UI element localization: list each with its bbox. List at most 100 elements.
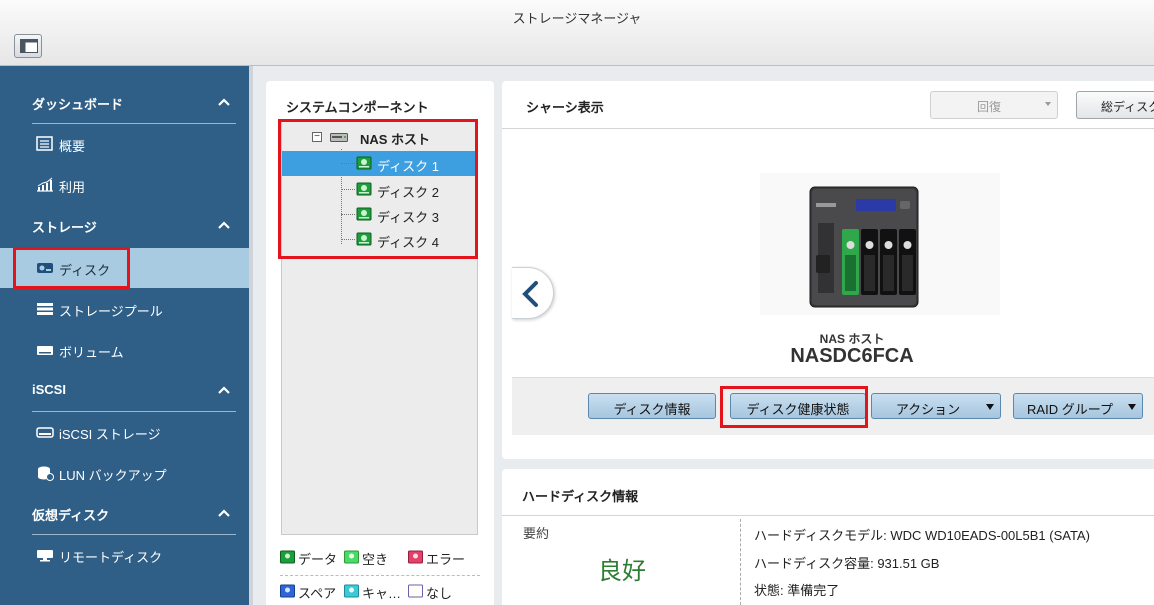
legend-row: スペア キャ… なし bbox=[280, 581, 480, 601]
recover-dropdown[interactable]: 回復 bbox=[930, 91, 1058, 119]
overview-icon bbox=[36, 136, 53, 151]
sidebar-item-volume[interactable]: ボリューム bbox=[0, 330, 249, 370]
action-dropdown-button[interactable]: アクション bbox=[871, 393, 1001, 419]
component-tree: − NAS ホスト ディスク 1 ディスク 2 ディスク 3 ディスク 4 bbox=[281, 120, 478, 535]
volume-icon bbox=[37, 346, 53, 355]
chassis-panel: シャーシ表示 回復 総ディスク bbox=[502, 81, 1154, 459]
sidebar-item-label: ディスク bbox=[59, 263, 111, 278]
sidebar-section-title: 仮想ディスク bbox=[32, 508, 110, 523]
window-title: ストレージマネージャ bbox=[512, 11, 642, 26]
legend-label: 空き bbox=[362, 552, 389, 567]
total-disk-button[interactable]: 総ディスク bbox=[1076, 91, 1154, 119]
sidebar-item-label: LUN バックアップ bbox=[59, 468, 167, 483]
chevron-up-icon[interactable] bbox=[216, 506, 232, 522]
legend-label: エラー bbox=[426, 552, 466, 567]
legend-spare-icon bbox=[280, 584, 295, 598]
sidebar-item-usage[interactable]: 利用 bbox=[0, 165, 249, 205]
sidebar-item-storage-pool[interactable]: ストレージプール bbox=[0, 289, 249, 329]
tree-node-disk-3[interactable]: ディスク 3 bbox=[282, 202, 477, 227]
disk-icon bbox=[37, 263, 53, 273]
collapse-icon[interactable]: − bbox=[312, 132, 322, 142]
legend-label: スペア bbox=[298, 586, 337, 601]
usage-chart-icon bbox=[37, 177, 53, 192]
button-label: アクション bbox=[895, 402, 961, 417]
dropdown-arrow-icon bbox=[986, 404, 994, 410]
lun-backup-icon bbox=[38, 466, 54, 481]
tree-node-disk-2[interactable]: ディスク 2 bbox=[282, 177, 477, 202]
tree-node-label: NAS ホスト bbox=[360, 132, 431, 147]
disk-data-icon bbox=[356, 232, 372, 246]
hdd-info-header: ハードディスク情報 bbox=[502, 469, 1154, 516]
dropdown-arrow-icon bbox=[1128, 404, 1136, 410]
tree-node-nas-host[interactable]: − NAS ホスト bbox=[282, 124, 477, 149]
summary-label: 要約 bbox=[523, 526, 550, 541]
tree-node-label: ディスク 4 bbox=[377, 235, 439, 250]
tree-connector bbox=[341, 189, 355, 190]
sidebar-section-virtual-disk[interactable]: 仮想ディスク bbox=[0, 494, 249, 535]
sidebar-item-remote-disk[interactable]: リモートディスク bbox=[0, 535, 249, 575]
remote-disk-icon bbox=[37, 550, 53, 562]
tree-node-label: ディスク 1 bbox=[377, 159, 439, 174]
legend-label: なし bbox=[426, 586, 453, 601]
tree-node-label: ディスク 2 bbox=[377, 185, 439, 200]
legend-data-icon bbox=[280, 550, 295, 564]
disk-info-button[interactable]: ディスク情報 bbox=[588, 393, 716, 419]
chevron-down-icon bbox=[1045, 102, 1051, 106]
tree-node-label: ディスク 3 bbox=[377, 210, 439, 225]
nas-host-icon bbox=[330, 133, 348, 142]
sidebar-section-title: ストレージ bbox=[32, 220, 97, 235]
chevron-up-icon[interactable] bbox=[216, 218, 232, 234]
info-divider bbox=[740, 519, 741, 605]
recover-label: 回復 bbox=[976, 100, 1001, 114]
legend-divider bbox=[280, 575, 480, 576]
disk-data-icon bbox=[356, 207, 372, 221]
legend-label: データ bbox=[298, 552, 338, 567]
total-disk-label: 総ディスク bbox=[1101, 100, 1154, 114]
legend-cache-icon bbox=[344, 584, 359, 598]
sidebar-item-label: 利用 bbox=[59, 180, 86, 195]
chevron-left-icon bbox=[522, 281, 538, 307]
panel-toggle-button[interactable] bbox=[14, 34, 42, 58]
nas-device-image[interactable] bbox=[760, 173, 1000, 315]
sidebar-section-dashboard[interactable]: ダッシュボード bbox=[0, 83, 249, 124]
chevron-up-icon[interactable] bbox=[216, 383, 232, 399]
disk-state: 状態: 準備完了 bbox=[754, 583, 840, 598]
legend-row: データ 空き エラー bbox=[280, 547, 480, 567]
legend-free-icon bbox=[344, 550, 359, 564]
tree-connector bbox=[341, 239, 355, 240]
nas-chassis-icon bbox=[809, 186, 919, 308]
disk-data-icon bbox=[356, 156, 372, 170]
sidebar-item-label: ボリューム bbox=[59, 345, 124, 360]
button-label: ディスク健康状態 bbox=[746, 402, 850, 417]
chevron-up-icon[interactable] bbox=[216, 95, 232, 111]
previous-device-button[interactable] bbox=[512, 267, 554, 319]
legend-none-icon bbox=[408, 584, 423, 598]
tree-node-disk-1[interactable]: ディスク 1 bbox=[282, 151, 477, 176]
sidebar-item-overview[interactable]: 概要 bbox=[0, 124, 249, 164]
iscsi-storage-icon bbox=[36, 427, 54, 438]
hard-disk-info-panel: ハードディスク情報 要約 良好 ハードディスクモデル: WDC WD10EADS… bbox=[502, 469, 1154, 605]
raid-group-dropdown-button[interactable]: RAID グループ bbox=[1013, 393, 1143, 419]
sidebar-item-disk[interactable]: ディスク bbox=[0, 248, 249, 288]
panel-title: ハードディスク情報 bbox=[522, 489, 639, 504]
tree-connector bbox=[341, 163, 355, 164]
tree-connector bbox=[341, 214, 355, 215]
sidebar-section-title: ダッシュボード bbox=[32, 97, 124, 112]
disk-capacity: ハードディスク容量: 931.51 GB bbox=[754, 556, 940, 571]
sidebar-section-iscsi[interactable]: iSCSI bbox=[0, 371, 249, 412]
system-components-panel: システムコンポーネント − NAS ホスト ディスク 1 ディスク 2 ディスク… bbox=[266, 81, 494, 605]
button-label: ディスク情報 bbox=[613, 402, 691, 417]
sidebar-item-lun-backup[interactable]: LUN バックアップ bbox=[0, 453, 249, 493]
panel-layout-icon bbox=[20, 39, 38, 53]
chassis-header: シャーシ表示 回復 総ディスク bbox=[502, 81, 1154, 129]
sidebar-section-storage[interactable]: ストレージ bbox=[0, 206, 249, 246]
disk-health-button[interactable]: ディスク健康状態 bbox=[730, 393, 866, 419]
sidebar: ダッシュボード 概要 利用 ストレージ ディスク ストレージプール ボリューム … bbox=[0, 66, 253, 605]
legend-label: キャ… bbox=[362, 586, 402, 601]
tree-node-disk-4[interactable]: ディスク 4 bbox=[282, 227, 477, 252]
sidebar-item-label: リモートディスク bbox=[59, 550, 163, 565]
sidebar-item-iscsi-storage[interactable]: iSCSI ストレージ bbox=[0, 412, 249, 452]
panel-title: システムコンポーネント bbox=[286, 100, 429, 115]
storage-pool-icon bbox=[37, 303, 53, 315]
sidebar-item-label: ストレージプール bbox=[59, 304, 163, 319]
